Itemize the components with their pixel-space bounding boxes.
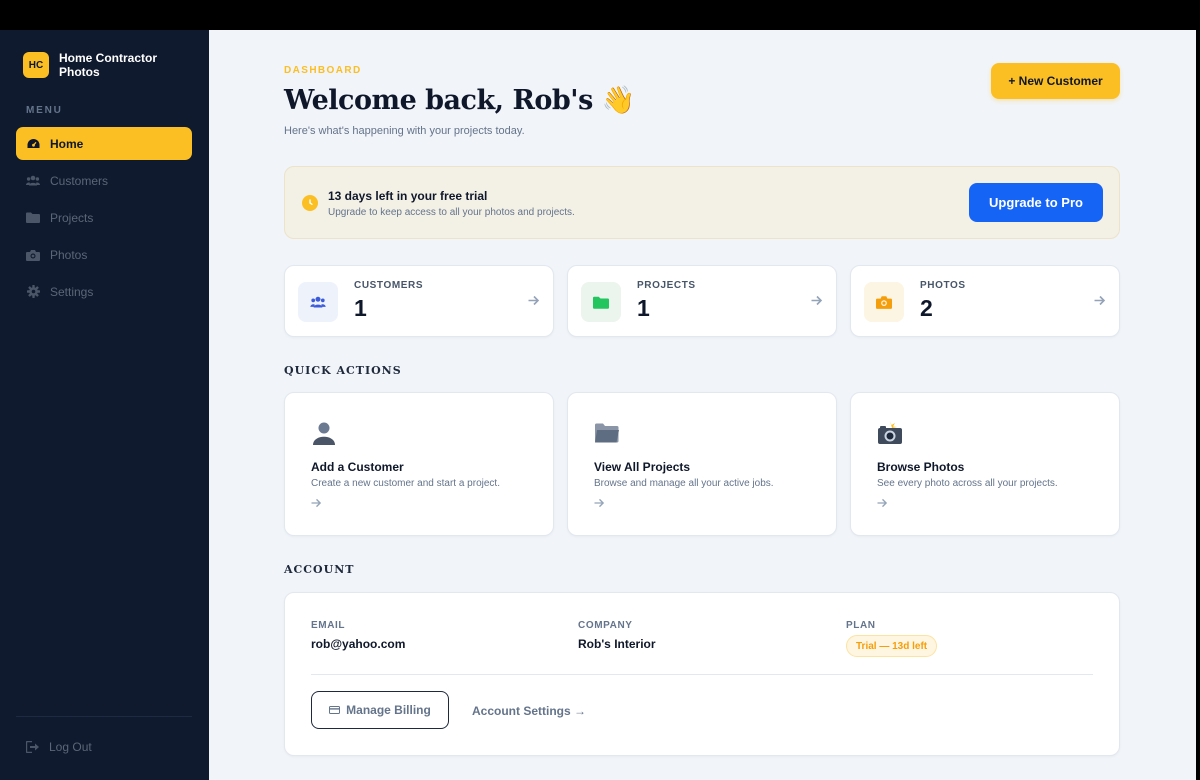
trial-banner: 13 days left in your free trial Upgrade … <box>284 166 1120 239</box>
camera-flash-icon <box>877 420 903 446</box>
plan-badge: Trial — 13d left <box>846 635 938 657</box>
email-label: EMAIL <box>311 620 346 631</box>
new-customer-button[interactable]: + New Customer <box>991 63 1120 99</box>
account-settings-link[interactable]: Account Settings → <box>472 704 586 718</box>
sidebar-item-settings[interactable]: Settings <box>16 275 192 308</box>
quick-action-title: View All Projects <box>594 460 691 474</box>
quick-action-add-customer[interactable]: Add a Customer Create a new customer and… <box>284 392 554 536</box>
brand-name: Home Contractor Photos <box>59 51 158 79</box>
camera-icon <box>26 248 40 262</box>
sidebar-item-label: Home <box>50 136 84 151</box>
brand[interactable]: HC Home Contractor Photos <box>23 51 169 79</box>
logout-button[interactable]: Log Out <box>26 740 92 754</box>
users-icon <box>26 174 40 188</box>
arrow-right-icon <box>528 293 540 309</box>
logout-icon <box>26 741 40 753</box>
quick-action-view-projects[interactable]: View All Projects Browse and manage all … <box>567 392 837 536</box>
person-icon <box>311 420 337 446</box>
folder-icon <box>581 282 621 322</box>
camera-icon <box>864 282 904 322</box>
stat-card-customers[interactable]: CUSTOMERS 1 <box>284 265 554 337</box>
trial-subtitle: Upgrade to keep access to all your photo… <box>328 207 575 218</box>
page-eyebrow: DASHBOARD <box>284 65 362 76</box>
plan-label: PLAN <box>846 620 876 631</box>
folder-icon <box>26 211 40 225</box>
stat-label: PHOTOS <box>920 280 966 291</box>
arrow-right-icon <box>877 497 888 511</box>
sidebar-item-home[interactable]: Home <box>16 127 192 160</box>
stat-label: CUSTOMERS <box>354 280 424 291</box>
window-top-bar <box>0 0 1200 30</box>
quick-action-title: Browse Photos <box>877 460 965 474</box>
stat-card-projects[interactable]: PROJECTS 1 <box>567 265 837 337</box>
logout-label: Log Out <box>49 740 92 754</box>
gear-icon <box>26 285 40 299</box>
quick-action-desc: See every photo across all your projects… <box>877 478 1058 489</box>
arrow-right-icon <box>811 293 823 309</box>
quick-action-title: Add a Customer <box>311 460 404 474</box>
sidebar-nav: Home Customers Projects Photos Settings <box>16 127 192 312</box>
quick-action-desc: Browse and manage all your active jobs. <box>594 478 774 489</box>
account-card: EMAIL rob@yahoo.com COMPANY Rob's Interi… <box>284 592 1120 756</box>
sidebar-divider <box>16 716 192 717</box>
folder-icon <box>594 420 620 446</box>
quick-actions-heading: QUICK ACTIONS <box>284 364 402 377</box>
brand-logo: HC <box>23 52 49 78</box>
arrow-right-icon <box>594 497 605 511</box>
page-title: Welcome back, Rob's 👋 <box>284 85 635 116</box>
quick-action-browse-photos[interactable]: Browse Photos See every photo across all… <box>850 392 1120 536</box>
arrow-right-icon <box>311 497 322 511</box>
page-subtitle: Here's what's happening with your projec… <box>284 125 525 137</box>
stat-value: 1 <box>354 295 367 321</box>
credit-card-icon <box>329 706 341 714</box>
stat-value: 1 <box>637 295 650 321</box>
sidebar-item-customers[interactable]: Customers <box>16 164 192 197</box>
arrow-right-icon <box>1094 293 1106 309</box>
company-value: Rob's Interior <box>578 637 656 651</box>
sidebar-item-label: Projects <box>50 210 94 225</box>
sidebar-item-label: Settings <box>50 284 94 299</box>
account-divider <box>311 674 1093 675</box>
account-heading: ACCOUNT <box>284 563 355 576</box>
clock-icon <box>302 195 318 211</box>
sidebar-item-photos[interactable]: Photos <box>16 238 192 271</box>
stat-label: PROJECTS <box>637 280 696 291</box>
quick-action-desc: Create a new customer and start a projec… <box>311 478 500 489</box>
sidebar-item-projects[interactable]: Projects <box>16 201 192 234</box>
sidebar: HC Home Contractor Photos MENU Home Cust… <box>0 30 209 780</box>
trial-title: 13 days left in your free trial <box>328 189 488 203</box>
main-content: DASHBOARD Welcome back, Rob's 👋 Here's w… <box>209 30 1196 780</box>
stat-card-photos[interactable]: PHOTOS 2 <box>850 265 1120 337</box>
manage-billing-button[interactable]: Manage Billing <box>311 691 449 729</box>
company-label: COMPANY <box>578 620 633 631</box>
email-value: rob@yahoo.com <box>311 637 406 651</box>
sidebar-item-label: Customers <box>50 173 109 188</box>
dashboard-icon <box>26 137 40 151</box>
sidebar-item-label: Photos <box>50 247 88 262</box>
window-right-edge <box>1196 30 1200 780</box>
menu-label: MENU <box>26 105 63 116</box>
manage-billing-label: Manage Billing <box>346 703 431 717</box>
users-icon <box>298 282 338 322</box>
stat-value: 2 <box>920 295 933 321</box>
upgrade-to-pro-button[interactable]: Upgrade to Pro <box>969 183 1103 222</box>
